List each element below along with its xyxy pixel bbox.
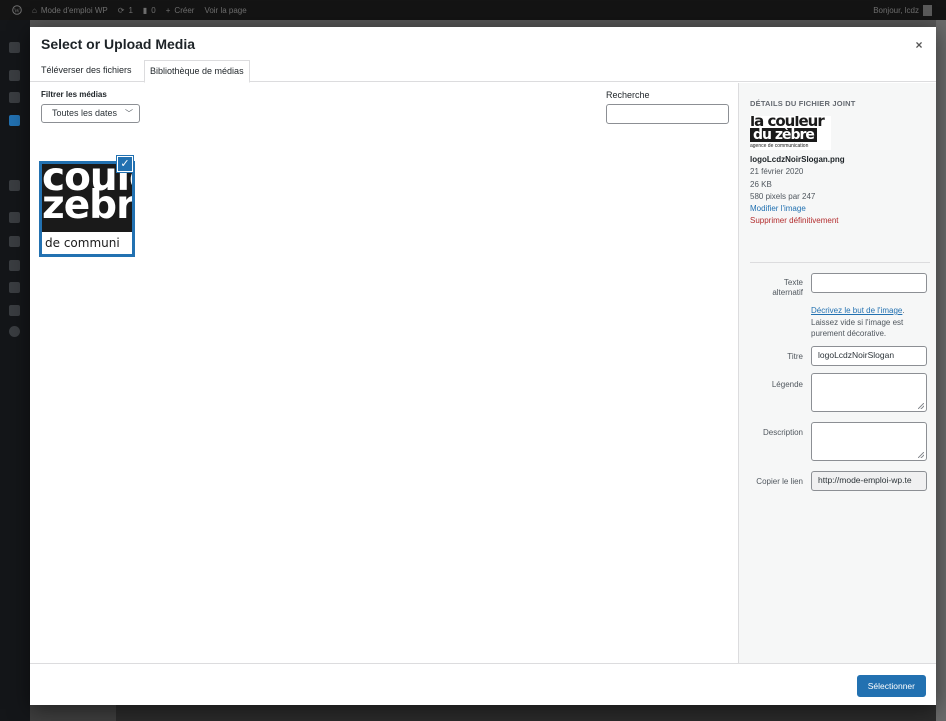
logo-line3: agence de communication [750,143,809,149]
media-tabs: Téléverser des fichiers Bibliothèque de … [30,60,936,83]
close-icon[interactable]: × [912,38,926,52]
modal-title: Select or Upload Media [41,36,196,52]
alt-text-input[interactable] [811,273,927,293]
comment-icon: ▮ [142,5,148,15]
attachment-details-sidebar: DÉTAILS DU FICHIER JOINT la couleur du z… [738,83,936,663]
background-bottom [30,705,936,721]
greeting: Bonjour, lcdz [873,5,919,15]
caption-textarea[interactable] [811,373,927,412]
description-label: Description [762,428,803,437]
admin-bar: W ⌂ Mode d'emploi WP ⟳ 1 ▮ 0 + Créer Voi… [0,0,946,20]
admin-bar-site[interactable]: ⌂ Mode d'emploi WP [32,6,108,15]
media-icon [9,92,20,103]
wordpress-logo-icon[interactable]: W [12,5,22,15]
date-filter-select[interactable]: Toutes les dates ﹀ [41,104,140,123]
dimensions: 580 pixels par 247 [750,191,816,201]
tools-icon [9,282,20,293]
edit-image-link[interactable]: Modifier l'image [750,203,930,215]
tab-upload-files[interactable]: Téléverser des fichiers [36,60,137,82]
copy-link-label: Copier le lien [756,477,803,486]
select-button[interactable]: Sélectionner [856,675,926,697]
modal-toolbar: Sélectionner [30,663,936,705]
updates-count: 1 [128,5,133,15]
media-library-content: Filtrer les médias Toutes les dates ﹀ Re… [30,83,738,663]
logo-line2: du zèbre [750,128,817,142]
users-icon [9,260,20,271]
admin-menu [0,20,30,721]
alt-text-label: Texte alternatif [772,278,803,297]
attachment-thumbnail[interactable]: coule zebr de communi [39,161,135,257]
date-filter-value: Toutes les dates [52,108,118,118]
search-input[interactable] [606,104,729,124]
caption-label: Légende [771,380,803,389]
plugins-icon [9,236,20,247]
site-name: Mode d'emploi WP [40,5,108,15]
alt-text-help: Décrivez le but de l'image. Laissez vide… [811,305,929,340]
home-icon: ⌂ [32,5,37,15]
plus-icon: + [165,5,171,15]
admin-bar-account[interactable]: Bonjour, lcdz [873,0,932,20]
upload-date: 21 février 2020 [750,167,804,177]
comments-menu-icon [9,180,20,191]
checkmark-icon[interactable]: ✓ [117,156,133,172]
refresh-icon: ⟳ [117,5,125,15]
settings-icon [9,305,20,316]
admin-bar-updates[interactable]: ⟳ 1 [118,6,133,15]
search-label: Recherche [606,90,650,100]
admin-bar-new[interactable]: + Créer [166,6,195,15]
background-right [936,20,946,721]
description-textarea[interactable] [811,422,927,461]
thumb-text-line3: de communi [42,232,132,254]
file-info: logoLcdzNoirSlogan.png 21 février 2020 2… [750,154,930,228]
delete-permanently-link[interactable]: Supprimer définitivement [750,215,930,227]
details-heading: DÉTAILS DU FICHIER JOINT [750,99,856,108]
title-input[interactable]: logoLcdzNoirSlogan [811,346,927,366]
chevron-down-icon: ﹀ [125,109,133,118]
avatar [923,4,932,16]
filter-label: Filtrer les médias [41,90,107,99]
thumb-text-line2: zebr [42,183,132,228]
alt-text-help-link[interactable]: Décrivez le but de l'image [811,306,902,315]
file-size: 26 KB [750,179,772,189]
comments-count: 0 [151,5,156,15]
copy-link-input[interactable]: http://mode-emploi-wp.te [811,471,927,491]
attachment-image: coule zebr de communi [42,164,132,254]
collapse-icon [9,326,20,337]
tab-media-library[interactable]: Bibliothèque de médias [144,60,250,83]
pages-icon [9,115,20,126]
dashboard-icon [9,42,20,53]
pin-icon [9,70,20,81]
svg-text:W: W [14,8,20,14]
title-label: Titre [787,352,803,361]
appearance-icon [9,212,20,223]
admin-bar-comments[interactable]: ▮ 0 [143,6,156,15]
details-thumbnail: la couleur du zèbre agence de communicat… [750,116,831,150]
admin-bar-view-page[interactable]: Voir la page [204,6,246,15]
media-modal: Select or Upload Media × Téléverser des … [30,27,936,705]
details-divider [750,262,930,263]
new-label: Créer [174,5,195,15]
file-name: logoLcdzNoirSlogan.png [750,155,845,164]
